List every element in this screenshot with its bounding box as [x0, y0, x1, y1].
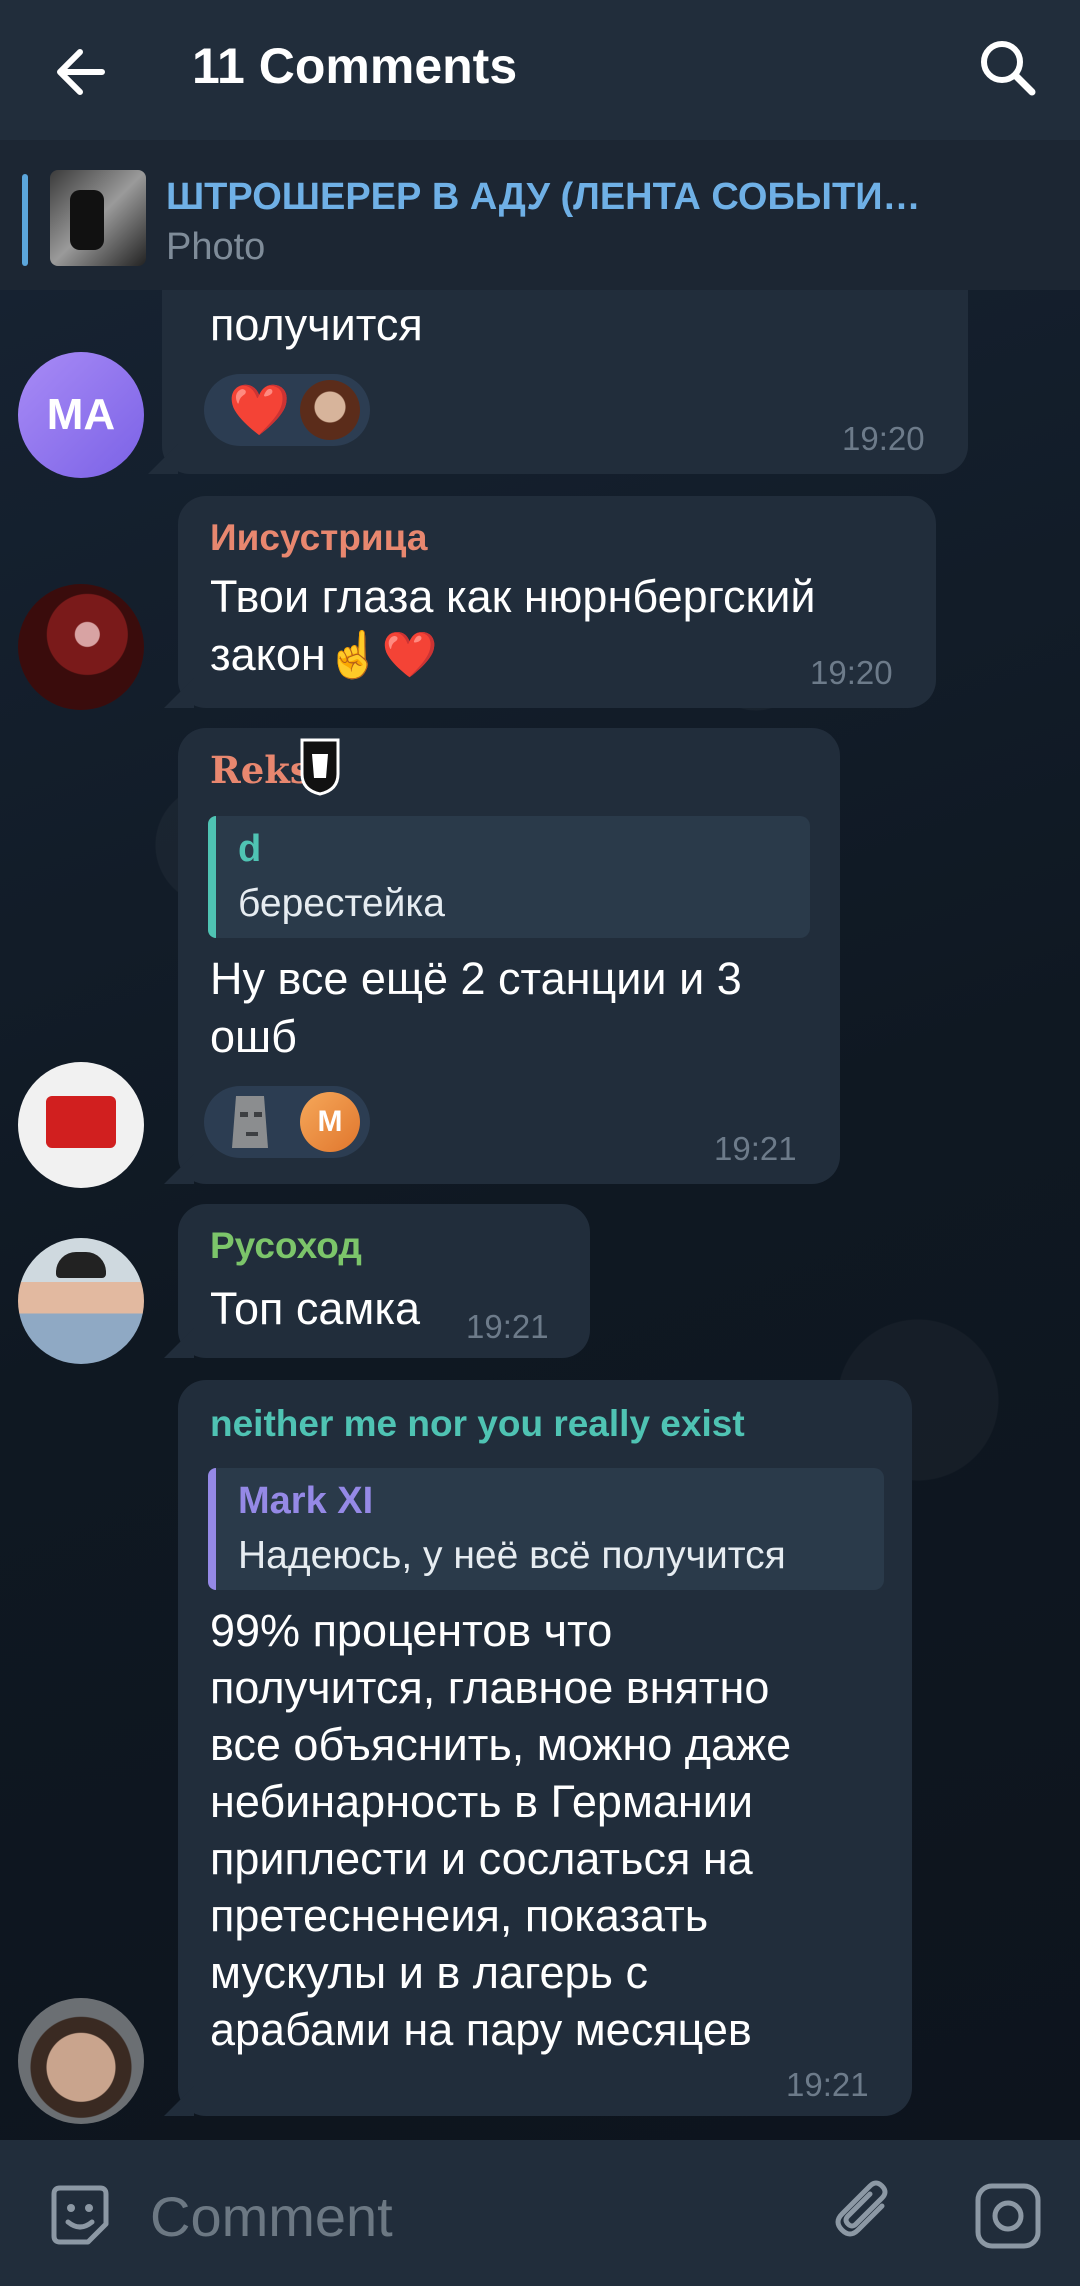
avatar[interactable]: [18, 1062, 144, 1188]
message-time: 19:20: [810, 654, 893, 691]
pinned-post-subtitle: Photo: [166, 226, 266, 268]
message-text-line: 99% процентов что: [210, 1605, 613, 1656]
reactions-chip[interactable]: M: [204, 1086, 370, 1158]
message-text-line: закон☝️❤️: [210, 629, 438, 680]
message-bubble[interactable]: Иисустрица Твои глаза как нюрнбергский з…: [164, 496, 936, 708]
message-time: 19:21: [466, 1308, 549, 1345]
message-text: Топ самка: [210, 1283, 421, 1334]
message-text-line: небинарность в Германии: [210, 1776, 754, 1827]
reaction-user-avatar: [300, 380, 360, 440]
pinned-post-bar[interactable]: ШТРОШЕРЕР В АДУ (ЛЕНТА СОБЫТИ… Photo: [0, 140, 1080, 290]
avatar-initials: MA: [46, 390, 116, 439]
reply-accent-bar: [208, 816, 216, 938]
camera-icon[interactable]: [968, 2176, 1048, 2256]
message-time: 19:20: [842, 420, 925, 457]
message-bubble[interactable]: Русоход Топ самка 19:21: [164, 1204, 590, 1358]
sender-name[interactable]: neither me nor you really exist: [210, 1402, 745, 1446]
sender-name[interactable]: Иисустрица: [210, 516, 427, 560]
reply-quote[interactable]: d берестейка: [208, 816, 810, 938]
reply-text: берестейка: [238, 882, 445, 925]
avatar-cap: [56, 1252, 106, 1278]
message-bubble[interactable]: Reks d берестейка Ну все ещё 2 станции и…: [164, 728, 840, 1184]
reply-accent-bar: [208, 1468, 216, 1590]
comment-input-bar: Comment: [0, 2140, 1080, 2286]
sender-name[interactable]: Русоход: [210, 1224, 362, 1268]
avatar[interactable]: [18, 1998, 144, 2124]
top-app-bar: 11 Comments: [0, 0, 1080, 140]
shield-icon: [300, 738, 340, 796]
arrow-left-icon[interactable]: [40, 30, 124, 114]
paperclip-icon[interactable]: [826, 2176, 906, 2256]
message-text-line: все объяснить, можно даже: [210, 1719, 792, 1770]
avatar[interactable]: [18, 1238, 144, 1364]
moai-icon: [232, 1096, 268, 1148]
message-text-line: приплести и сослаться на: [210, 1833, 753, 1884]
avatar-emblem: [46, 1096, 116, 1148]
sender-name[interactable]: Reks: [210, 748, 311, 792]
message-time: 19:21: [714, 1130, 797, 1167]
reply-sender: d: [238, 828, 262, 870]
message-time: 19:21: [786, 2066, 869, 2103]
message-text-line: Твои глаза как нюрнбергский: [210, 571, 816, 622]
message-text-line: получится, главное внятно: [210, 1662, 770, 1713]
message-bubble[interactable]: получится ❤️ 19:20: [148, 290, 968, 474]
search-icon[interactable]: [966, 26, 1050, 110]
sticker-icon[interactable]: [44, 2180, 116, 2252]
reply-sender: Mark XI: [238, 1480, 374, 1522]
message-text-line: претесненеия, показать: [210, 1890, 709, 1941]
comment-input[interactable]: Comment: [150, 2184, 393, 2249]
heart-icon: ❤️: [228, 382, 291, 438]
message-bubble[interactable]: neither me nor you really exist Mark XI …: [164, 1380, 912, 2116]
message-text: получится: [210, 299, 423, 350]
reply-quote[interactable]: Mark XI Надеюсь, у неё всё получится: [208, 1468, 884, 1590]
message-text-line: ошб: [210, 1011, 297, 1062]
reactions-chip[interactable]: ❤️: [204, 374, 370, 446]
message-text-line: Ну все ещё 2 станции и 3: [210, 953, 742, 1004]
message-text-line: арабами на пару месяцев: [210, 2004, 752, 2055]
pinned-post-thumbnail: [50, 170, 146, 266]
pinned-post-title: ШТРОШЕРЕР В АДУ (ЛЕНТА СОБЫТИ…: [166, 176, 921, 218]
pinned-accent-bar: [22, 174, 28, 266]
avatar[interactable]: [18, 584, 144, 710]
message-text-line: мускулы и в лагерь с: [210, 1947, 649, 1998]
avatar[interactable]: MA: [18, 352, 144, 478]
reaction-user-avatar: M: [300, 1092, 360, 1152]
page-title: 11 Comments: [192, 38, 518, 94]
reply-text: Надеюсь, у неё всё получится: [238, 1534, 786, 1577]
